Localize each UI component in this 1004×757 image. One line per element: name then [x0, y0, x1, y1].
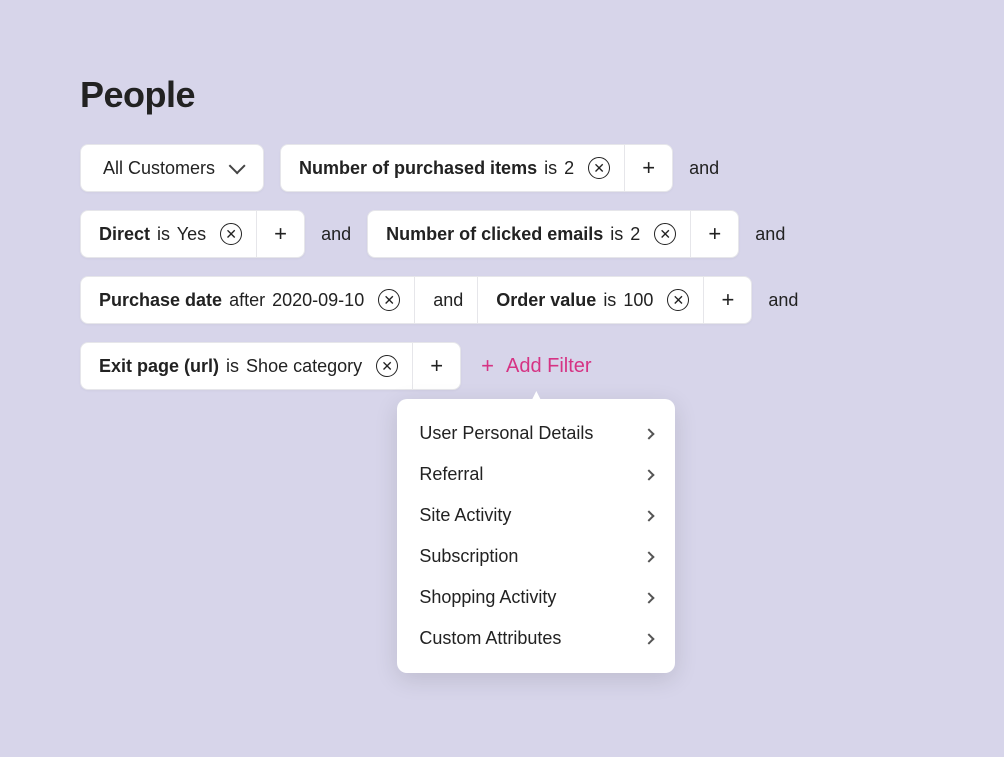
- and-inner-label: and: [414, 277, 477, 323]
- add-filter-label: Add Filter: [506, 355, 592, 378]
- filter-text: Exit page (url) is Shoe category: [99, 356, 362, 377]
- filter-text: Number of clicked emails is 2: [386, 224, 640, 245]
- filter-chip: Number of purchased items is 2 ✕ +: [280, 144, 673, 192]
- filter-body[interactable]: Direct is Yes ✕: [81, 211, 256, 257]
- filter-text: Direct is Yes: [99, 224, 206, 245]
- filter-row: Purchase date after 2020-09-10 ✕ and Ord…: [80, 276, 924, 324]
- remove-icon[interactable]: ✕: [376, 355, 398, 377]
- chevron-right-icon: [644, 469, 655, 480]
- popover-item-label: Custom Attributes: [419, 628, 561, 649]
- filter-text: Purchase date after 2020-09-10: [99, 290, 364, 311]
- popover-item[interactable]: Referral: [397, 454, 675, 495]
- popover-item[interactable]: Site Activity: [397, 495, 675, 536]
- filter-chip: Purchase date after 2020-09-10 ✕ and Ord…: [80, 276, 752, 324]
- popover-item-label: Subscription: [419, 546, 518, 567]
- chevron-right-icon: [644, 551, 655, 562]
- filter-body[interactable]: Exit page (url) is Shoe category ✕: [81, 343, 412, 389]
- chevron-right-icon: [644, 510, 655, 521]
- remove-icon[interactable]: ✕: [588, 157, 610, 179]
- and-label: and: [768, 290, 798, 311]
- plus-icon[interactable]: +: [256, 211, 304, 257]
- chevron-right-icon: [644, 592, 655, 603]
- plus-icon: +: [481, 353, 494, 379]
- popover-item[interactable]: Subscription: [397, 536, 675, 577]
- page-title: People: [80, 74, 924, 116]
- plus-icon[interactable]: +: [412, 343, 460, 389]
- add-filter-button[interactable]: + Add Filter User Personal Details Refer…: [481, 353, 591, 379]
- and-label: and: [321, 224, 351, 245]
- filter-chip: Number of clicked emails is 2 ✕ +: [367, 210, 739, 258]
- filter-body[interactable]: Order value is 100 ✕: [477, 277, 703, 323]
- plus-icon[interactable]: +: [690, 211, 738, 257]
- filter-category-popover: User Personal Details Referral Site Acti…: [397, 399, 675, 673]
- popover-item-label: Referral: [419, 464, 483, 485]
- plus-icon[interactable]: +: [624, 145, 672, 191]
- segment-label: All Customers: [103, 158, 215, 179]
- filter-text: Number of purchased items is 2: [299, 158, 574, 179]
- filter-body[interactable]: Purchase date after 2020-09-10 ✕: [81, 277, 414, 323]
- remove-icon[interactable]: ✕: [667, 289, 689, 311]
- plus-icon[interactable]: +: [703, 277, 751, 323]
- remove-icon[interactable]: ✕: [654, 223, 676, 245]
- chevron-right-icon: [644, 633, 655, 644]
- chevron-right-icon: [644, 428, 655, 439]
- popover-item-label: User Personal Details: [419, 423, 593, 444]
- and-label: and: [755, 224, 785, 245]
- popover-item[interactable]: Shopping Activity: [397, 577, 675, 618]
- filter-row: Exit page (url) is Shoe category ✕ + + A…: [80, 342, 924, 390]
- filter-builder: All Customers Number of purchased items …: [80, 144, 924, 390]
- popover-item-label: Shopping Activity: [419, 587, 556, 608]
- remove-icon[interactable]: ✕: [378, 289, 400, 311]
- filter-chip: Exit page (url) is Shoe category ✕ +: [80, 342, 461, 390]
- segment-selector[interactable]: All Customers: [80, 144, 264, 192]
- chevron-down-icon: [229, 157, 246, 174]
- popover-item[interactable]: Custom Attributes: [397, 618, 675, 659]
- popover-item[interactable]: User Personal Details: [397, 413, 675, 454]
- filter-chip: Direct is Yes ✕ +: [80, 210, 305, 258]
- filter-body[interactable]: Number of purchased items is 2 ✕: [281, 145, 624, 191]
- popover-item-label: Site Activity: [419, 505, 511, 526]
- filter-text: Order value is 100: [496, 290, 653, 311]
- remove-icon[interactable]: ✕: [220, 223, 242, 245]
- filter-row: Direct is Yes ✕ + and Number of clicked …: [80, 210, 924, 258]
- and-label: and: [689, 158, 719, 179]
- filter-row: All Customers Number of purchased items …: [80, 144, 924, 192]
- filter-body[interactable]: Number of clicked emails is 2 ✕: [368, 211, 690, 257]
